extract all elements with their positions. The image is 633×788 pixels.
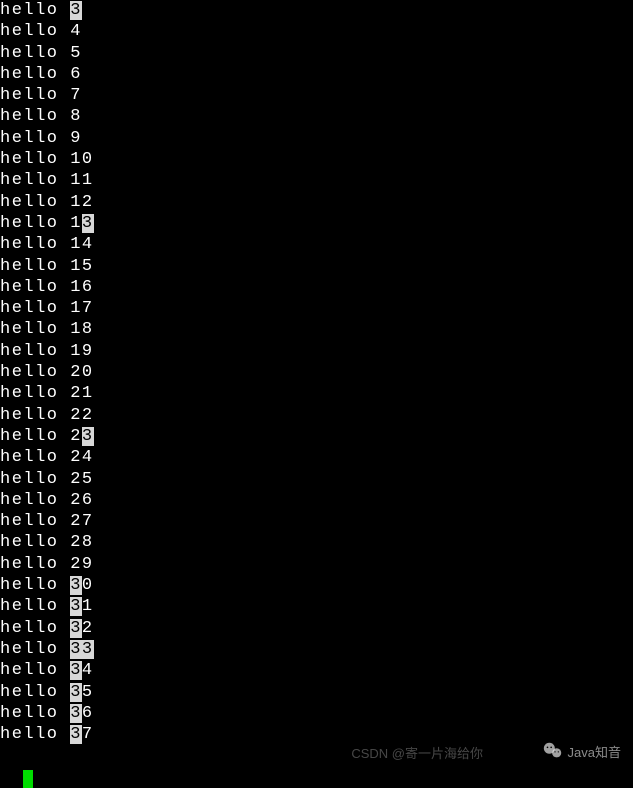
terminal-line: hello 7	[0, 85, 633, 106]
terminal-line: hello 25	[0, 469, 633, 490]
terminal-line: hello 26	[0, 490, 633, 511]
highlighted-text: 3	[70, 576, 82, 595]
terminal-text: hello	[0, 640, 70, 659]
terminal-text: hello 29	[0, 555, 94, 574]
terminal-line: hello 19	[0, 341, 633, 362]
terminal-line: hello 22	[0, 405, 633, 426]
terminal-text: hello 4	[0, 22, 82, 41]
terminal-text: hello 10	[0, 150, 94, 169]
terminal-text: hello 17	[0, 299, 94, 318]
terminal-line: hello 12	[0, 192, 633, 213]
terminal-text: hello 16	[0, 278, 94, 297]
terminal-text: hello 8	[0, 107, 82, 126]
terminal-line: hello 6	[0, 64, 633, 85]
terminal-line: hello 20	[0, 362, 633, 383]
highlighted-text: 3	[70, 619, 82, 638]
terminal-line: hello 29	[0, 554, 633, 575]
terminal-text: hello 28	[0, 533, 94, 552]
terminal-text: hello 25	[0, 470, 94, 489]
terminal-line: hello 10	[0, 149, 633, 170]
terminal-line: hello 35	[0, 682, 633, 703]
terminal-text: hello	[0, 661, 70, 680]
terminal-text: hello 21	[0, 384, 94, 403]
terminal-output[interactable]: hello 3hello 4hello 5hello 6hello 7hello…	[0, 0, 633, 745]
terminal-line: hello 5	[0, 43, 633, 64]
highlighted-text: 3	[82, 427, 94, 446]
terminal-text: hello 27	[0, 512, 94, 531]
terminal-cursor	[23, 770, 33, 788]
terminal-text: hello 6	[0, 65, 82, 84]
terminal-text: hello 11	[0, 171, 94, 190]
terminal-line: hello 21	[0, 383, 633, 404]
terminal-line: hello 4	[0, 21, 633, 42]
highlighted-text: 3	[70, 597, 82, 616]
terminal-text: hello	[0, 683, 70, 702]
terminal-line: hello 28	[0, 532, 633, 553]
terminal-line: hello 16	[0, 277, 633, 298]
terminal-text: hello 19	[0, 342, 94, 361]
terminal-line: hello 34	[0, 660, 633, 681]
terminal-text: hello 7	[0, 86, 82, 105]
terminal-text: hello	[0, 576, 70, 595]
terminal-text: hello	[0, 725, 70, 744]
terminal-text: 5	[82, 683, 94, 702]
highlighted-text: 33	[70, 640, 93, 659]
terminal-text: hello 18	[0, 320, 94, 339]
terminal-line: hello 13	[0, 213, 633, 234]
terminal-text: 1	[82, 597, 94, 616]
terminal-line: hello 3	[0, 0, 633, 21]
cursor-line	[0, 745, 633, 766]
terminal-line: hello 33	[0, 639, 633, 660]
wechat-icon	[542, 740, 564, 762]
terminal-line: hello 30	[0, 575, 633, 596]
terminal-line: hello 27	[0, 511, 633, 532]
terminal-line: hello 18	[0, 319, 633, 340]
terminal-text: hello	[0, 704, 70, 723]
terminal-line: hello 8	[0, 106, 633, 127]
terminal-text: hello 5	[0, 44, 82, 63]
terminal-line: hello 14	[0, 234, 633, 255]
terminal-line: hello 17	[0, 298, 633, 319]
terminal-line: hello 11	[0, 170, 633, 191]
terminal-text: hello 1	[0, 214, 82, 233]
terminal-text: hello 2	[0, 427, 82, 446]
terminal-text: 7	[82, 725, 94, 744]
terminal-line: hello 37	[0, 724, 633, 745]
terminal-line: hello 31	[0, 596, 633, 617]
terminal-text: 0	[82, 576, 94, 595]
highlighted-text: 3	[70, 661, 82, 680]
terminal-line: hello 15	[0, 256, 633, 277]
highlighted-text: 3	[70, 683, 82, 702]
terminal-text: 4	[82, 661, 94, 680]
terminal-text: hello 15	[0, 257, 94, 276]
terminal-text: hello	[0, 1, 70, 20]
wechat-label: Java知音	[568, 742, 621, 761]
terminal-text: hello 22	[0, 406, 94, 425]
terminal-text: hello 24	[0, 448, 94, 467]
terminal-line: hello 36	[0, 703, 633, 724]
terminal-text: 6	[82, 704, 94, 723]
terminal-text: 2	[82, 619, 94, 638]
highlighted-text: 3	[70, 704, 82, 723]
terminal-text: hello 26	[0, 491, 94, 510]
wechat-watermark: Java知音	[542, 740, 621, 762]
terminal-line: hello 32	[0, 618, 633, 639]
terminal-line: hello 24	[0, 447, 633, 468]
terminal-text: hello 9	[0, 129, 82, 148]
terminal-line: hello 23	[0, 426, 633, 447]
terminal-line: hello 9	[0, 128, 633, 149]
terminal-text: hello 20	[0, 363, 94, 382]
terminal-text: hello	[0, 619, 70, 638]
highlighted-text: 3	[70, 725, 82, 744]
terminal-text: hello 12	[0, 193, 94, 212]
terminal-text: hello	[0, 597, 70, 616]
csdn-watermark: CSDN @寄一片海给你	[351, 743, 483, 762]
highlighted-text: 3	[70, 1, 82, 20]
terminal-text: hello 14	[0, 235, 94, 254]
highlighted-text: 3	[82, 214, 94, 233]
